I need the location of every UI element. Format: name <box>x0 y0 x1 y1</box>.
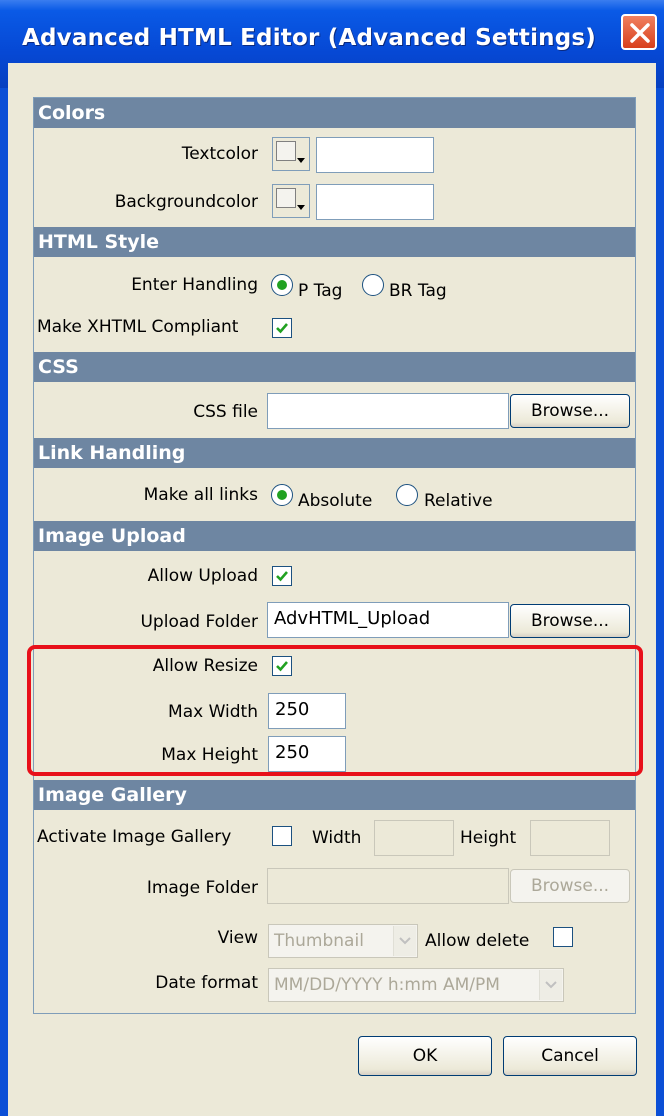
view-select-value: Thumbnail <box>274 931 364 951</box>
close-button[interactable] <box>621 14 657 50</box>
backgroundcolor-input[interactable] <box>316 184 434 220</box>
view-dropdown-button <box>393 926 416 956</box>
dropdown-arrow-icon <box>297 158 305 163</box>
backgroundcolor-swatch <box>276 188 296 208</box>
p-tag-label: P Tag <box>298 281 343 301</box>
absolute-label: Absolute <box>298 491 373 511</box>
upload-browse-button[interactable]: Browse... <box>510 604 630 638</box>
window-title: Advanced HTML Editor (Advanced Settings) <box>22 25 596 51</box>
section-header-image-gallery: Image Gallery <box>34 780 635 810</box>
css-file-input[interactable] <box>267 393 509 429</box>
date-format-select[interactable]: MM/DD/YYYY h:mm AM/PM <box>268 968 564 1002</box>
absolute-radio[interactable] <box>271 484 293 506</box>
section-header-image-upload: Image Upload <box>34 521 635 551</box>
section-header-html-style: HTML Style <box>34 227 635 257</box>
date-format-dropdown-button <box>539 970 562 1000</box>
checkmark-icon <box>276 571 288 582</box>
view-select[interactable]: Thumbnail <box>268 924 418 958</box>
allow-delete-label: Allow delete <box>425 931 530 951</box>
dialog-window: Advanced HTML Editor (Advanced Settings)… <box>0 0 664 1116</box>
radio-dot <box>277 490 287 500</box>
textcolor-picker[interactable] <box>272 137 310 171</box>
relative-label: Relative <box>424 491 493 511</box>
textcolor-label: Textcolor <box>181 144 258 164</box>
upload-folder-input[interactable]: AdvHTML_Upload <box>267 602 509 638</box>
enter-handling-label: Enter Handling <box>131 275 258 295</box>
image-folder-input[interactable] <box>267 868 509 904</box>
allow-delete-checkbox[interactable] <box>553 927 573 947</box>
activate-gallery-checkbox[interactable] <box>272 826 292 846</box>
make-all-links-label: Make all links <box>143 485 258 505</box>
allow-upload-label: Allow Upload <box>147 566 258 586</box>
activate-gallery-label: Activate Image Gallery <box>37 827 232 847</box>
css-file-label: CSS file <box>193 402 258 422</box>
checkmark-icon <box>276 323 288 334</box>
dropdown-arrow-icon <box>297 205 305 210</box>
br-tag-label: BR Tag <box>389 281 447 301</box>
chevron-down-icon <box>545 981 557 989</box>
backgroundcolor-picker[interactable] <box>272 184 310 218</box>
image-folder-label: Image Folder <box>146 878 258 898</box>
textcolor-swatch <box>276 141 296 161</box>
date-format-select-value: MM/DD/YYYY h:mm AM/PM <box>274 975 500 995</box>
close-icon <box>630 23 650 43</box>
allow-upload-checkbox[interactable] <box>272 566 292 586</box>
xhtml-compliant-checkbox[interactable] <box>272 318 292 338</box>
ok-button[interactable]: OK <box>358 1036 492 1076</box>
relative-radio[interactable] <box>396 484 418 506</box>
upload-folder-label: Upload Folder <box>140 612 258 632</box>
resize-settings-highlight <box>27 645 643 776</box>
br-tag-radio[interactable] <box>362 274 384 296</box>
view-label: View <box>217 928 258 948</box>
xhtml-compliant-label: Make XHTML Compliant <box>37 317 239 337</box>
section-header-css: CSS <box>34 352 635 382</box>
backgroundcolor-label: Backgroundcolor <box>114 192 258 212</box>
gallery-height-input[interactable] <box>530 820 610 856</box>
textcolor-input[interactable] <box>316 137 434 173</box>
gallery-width-label: Width <box>312 828 362 848</box>
gallery-width-input[interactable] <box>374 820 454 856</box>
p-tag-radio[interactable] <box>271 274 293 296</box>
section-header-colors: Colors <box>34 98 635 128</box>
radio-dot <box>277 280 287 290</box>
cancel-button[interactable]: Cancel <box>503 1036 637 1076</box>
section-header-link-handling: Link Handling <box>34 438 635 468</box>
css-browse-button[interactable]: Browse... <box>510 394 630 428</box>
gallery-browse-button[interactable]: Browse... <box>510 869 630 903</box>
date-format-label: Date format <box>155 973 258 993</box>
chevron-down-icon <box>399 937 411 945</box>
gallery-height-label: Height <box>460 828 517 848</box>
